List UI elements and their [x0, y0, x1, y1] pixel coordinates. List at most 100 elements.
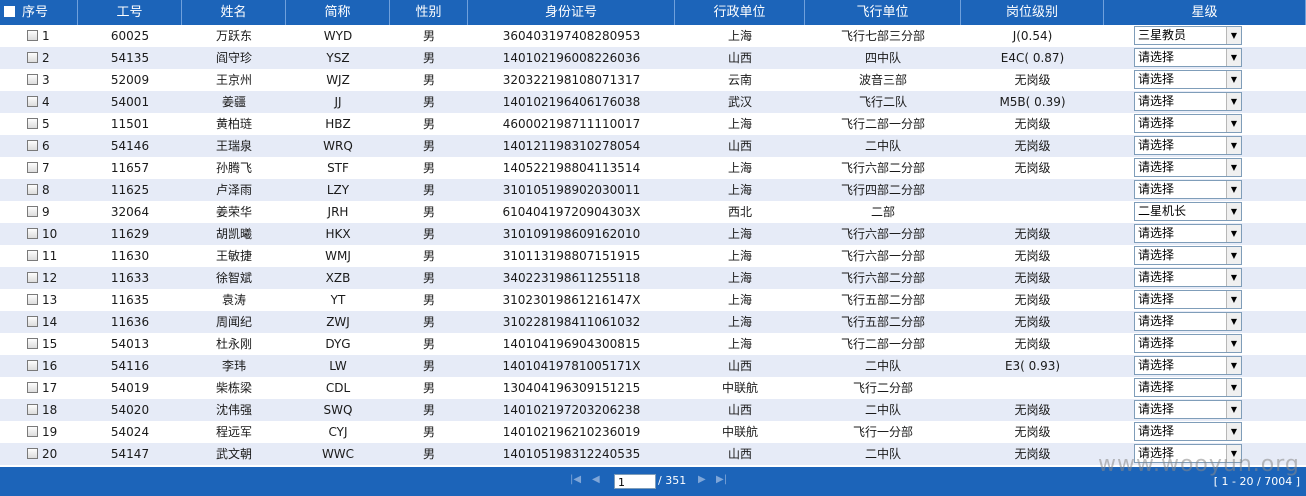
chevron-down-icon[interactable]: ▼	[1226, 247, 1241, 264]
table-row[interactable]: 19 54024 程远军 CYJ 男 140102196210236019 中联航 飞行一分部…	[0, 421, 1306, 443]
star-level-select[interactable]: 请选择 ▼	[1134, 334, 1242, 353]
chevron-down-icon[interactable]: ▼	[1226, 291, 1241, 308]
star-level-select[interactable]: 二星机长 ▼	[1134, 202, 1242, 221]
first-page-icon[interactable]: |◀	[570, 474, 581, 485]
table-row[interactable]: 10 11629 胡凯曦 HKX 男 310109198609162010 上海 飞行六部一分…	[0, 223, 1306, 245]
row-checkbox[interactable]	[27, 360, 38, 371]
row-checkbox[interactable]	[27, 162, 38, 173]
header-post-level[interactable]: 岗位级别	[961, 0, 1104, 25]
table-row[interactable]: 6 54146 王瑞泉 WRQ 男 140121198310278054 山西 二中队 无岗级 请…	[0, 135, 1306, 157]
table-row[interactable]: 2 54135 阎守珍 YSZ 男 140102196008226036 山西 四中队 E4C(…	[0, 47, 1306, 69]
cell-name: 胡凯曦	[215, 227, 252, 241]
table-row[interactable]: 15 54013 杜永刚 DYG 男 140104196904300815 上海 飞行二部一分…	[0, 333, 1306, 355]
header-abbr[interactable]: 简称	[286, 0, 390, 25]
star-level-select[interactable]: 请选择 ▼	[1134, 136, 1242, 155]
star-level-select[interactable]: 请选择 ▼	[1134, 246, 1242, 265]
header-star-level[interactable]: 星级	[1104, 0, 1306, 25]
row-checkbox[interactable]	[27, 316, 38, 327]
cell-admin-unit: 上海	[727, 293, 752, 307]
chevron-down-icon[interactable]: ▼	[1226, 159, 1241, 176]
table-row[interactable]: 16 54116 李玮 LW 男 14010419781005171X 山西 二中队 E3( 0…	[0, 355, 1306, 377]
row-checkbox[interactable]	[27, 250, 38, 261]
star-level-select[interactable]: 请选择 ▼	[1134, 356, 1242, 375]
star-level-select[interactable]: 请选择 ▼	[1134, 268, 1242, 287]
table-row[interactable]: 14 11636 周闻纪 ZWJ 男 310228198411061032 上海 飞行五部二分…	[0, 311, 1306, 333]
row-checkbox[interactable]	[27, 426, 38, 437]
table-row[interactable]: 8 11625 卢泽雨 LZY 男 310105198902030011 上海 飞行四部二分部…	[0, 179, 1306, 201]
header-flight-unit[interactable]: 飞行单位	[805, 0, 961, 25]
star-level-select[interactable]: 请选择 ▼	[1134, 92, 1242, 111]
star-level-select[interactable]: 请选择 ▼	[1134, 114, 1242, 133]
star-level-select[interactable]: 请选择 ▼	[1134, 48, 1242, 67]
row-checkbox[interactable]	[27, 74, 38, 85]
chevron-down-icon[interactable]: ▼	[1226, 49, 1241, 66]
header-name[interactable]: 姓名	[182, 0, 286, 25]
row-checkbox[interactable]	[27, 30, 38, 41]
star-level-select[interactable]: 请选择 ▼	[1134, 224, 1242, 243]
row-checkbox[interactable]	[27, 382, 38, 393]
table-row[interactable]: 7 11657 孙腾飞 STF 男 140522198804113514 上海 飞行六部二分部…	[0, 157, 1306, 179]
table-row[interactable]: 3 52009 王京州 WJZ 男 320322198108071317 云南 波音三部 无岗级…	[0, 69, 1306, 91]
chevron-down-icon[interactable]: ▼	[1226, 379, 1241, 396]
chevron-down-icon[interactable]: ▼	[1226, 357, 1241, 374]
table-row[interactable]: 11 11630 王敏捷 WMJ 男 310113198807151915 上海 飞行六部一分…	[0, 245, 1306, 267]
row-checkbox[interactable]	[27, 96, 38, 107]
cell-emp-no: 11635	[110, 293, 150, 307]
chevron-down-icon[interactable]: ▼	[1226, 137, 1241, 154]
header-gender[interactable]: 性别	[390, 0, 468, 25]
cell-id-no: 310228198411061032	[502, 315, 641, 329]
row-checkbox[interactable]	[27, 118, 38, 129]
star-level-select[interactable]: 请选择 ▼	[1134, 70, 1242, 89]
cell-flight-unit: 二中队	[864, 403, 901, 417]
table-row[interactable]: 17 54019 柴栋梁 CDL 男 130404196309151215 中联航 飞行二分部…	[0, 377, 1306, 399]
chevron-down-icon[interactable]: ▼	[1226, 269, 1241, 286]
chevron-down-icon[interactable]: ▼	[1226, 313, 1241, 330]
row-checkbox[interactable]	[27, 206, 38, 217]
row-checkbox[interactable]	[27, 272, 38, 283]
chevron-down-icon[interactable]: ▼	[1226, 181, 1241, 198]
table-row[interactable]: 18 54020 沈伟强 SWQ 男 140102197203206238 山西 二中队 无岗级…	[0, 399, 1306, 421]
table-row[interactable]: 1 60025 万跃东 WYD 男 360403197408280953 上海 飞行七部三分部…	[0, 25, 1306, 47]
row-checkbox[interactable]	[27, 404, 38, 415]
chevron-down-icon[interactable]: ▼	[1226, 203, 1241, 220]
star-level-select[interactable]: 请选择 ▼	[1134, 158, 1242, 177]
header-admin-unit[interactable]: 行政单位	[675, 0, 805, 25]
row-checkbox[interactable]	[27, 228, 38, 239]
table-row[interactable]: 4 54001 姜疆 JJ 男 140102196406176038 武汉 飞行二队 M5B( …	[0, 91, 1306, 113]
select-all-checkbox[interactable]	[4, 6, 15, 17]
cell-flight-unit: 飞行四部二分部	[840, 183, 925, 197]
header-id-no[interactable]: 身份证号	[468, 0, 675, 25]
star-level-select[interactable]: 请选择 ▼	[1134, 290, 1242, 309]
chevron-down-icon[interactable]: ▼	[1226, 335, 1241, 352]
row-checkbox[interactable]	[27, 448, 38, 459]
header-emp-no[interactable]: 工号	[78, 0, 182, 25]
chevron-down-icon[interactable]: ▼	[1226, 71, 1241, 88]
row-checkbox[interactable]	[27, 184, 38, 195]
star-level-select[interactable]: 请选择 ▼	[1134, 312, 1242, 331]
chevron-down-icon[interactable]: ▼	[1226, 401, 1241, 418]
prev-page-icon[interactable]: ◀	[592, 474, 600, 485]
cell-abbr: WWC	[321, 447, 355, 461]
chevron-down-icon[interactable]: ▼	[1226, 93, 1241, 110]
last-page-icon[interactable]: ▶|	[716, 474, 727, 485]
chevron-down-icon[interactable]: ▼	[1226, 225, 1241, 242]
star-level-select[interactable]: 请选择 ▼	[1134, 180, 1242, 199]
table-row[interactable]: 13 11635 袁涛 YT 男 31023019861216147X 上海 飞行五部二分部 无…	[0, 289, 1306, 311]
next-page-icon[interactable]: ▶	[698, 474, 706, 485]
chevron-down-icon[interactable]: ▼	[1226, 423, 1241, 440]
cell-post-level: 无岗级	[1014, 447, 1051, 461]
row-checkbox[interactable]	[27, 52, 38, 63]
table-row[interactable]: 12 11633 徐智斌 XZB 男 340223198611255118 上海 飞行六部二分…	[0, 267, 1306, 289]
chevron-down-icon[interactable]: ▼	[1226, 115, 1241, 132]
star-level-select[interactable]: 请选择 ▼	[1134, 422, 1242, 441]
star-level-select[interactable]: 请选择 ▼	[1134, 400, 1242, 419]
page-number-input[interactable]: 1	[614, 474, 656, 489]
row-checkbox[interactable]	[27, 338, 38, 349]
table-row[interactable]: 9 32064 姜荣华 JRH 男 61040419720904303X 西北 二部 二星机长 ▼	[0, 201, 1306, 223]
row-checkbox[interactable]	[27, 140, 38, 151]
row-checkbox[interactable]	[27, 294, 38, 305]
chevron-down-icon[interactable]: ▼	[1226, 27, 1241, 44]
star-level-select[interactable]: 请选择 ▼	[1134, 378, 1242, 397]
star-level-select[interactable]: 三星教员 ▼	[1134, 26, 1242, 45]
table-row[interactable]: 5 11501 黄柏琏 HBZ 男 460002198711110017 上海 飞行二部一分部…	[0, 113, 1306, 135]
